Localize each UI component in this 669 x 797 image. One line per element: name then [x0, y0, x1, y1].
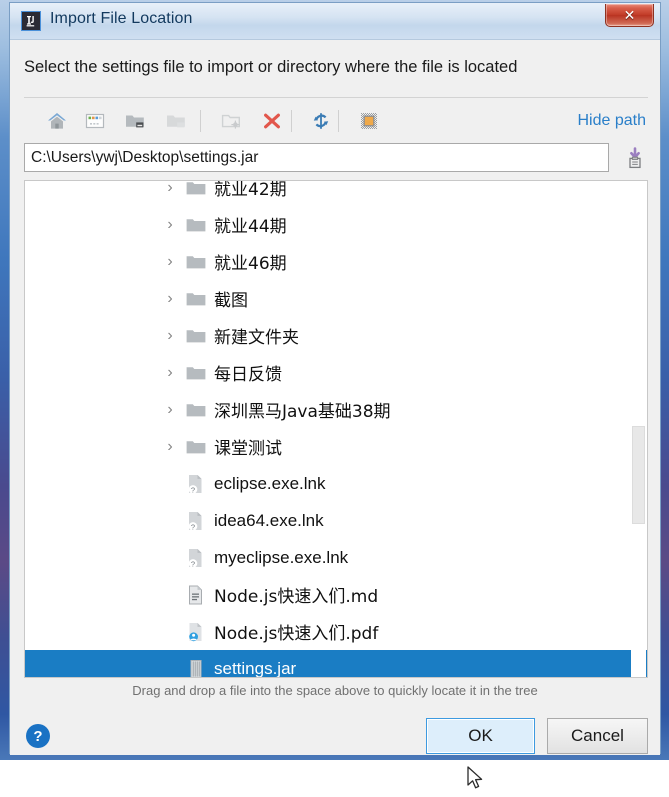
delete-x-icon[interactable]: [257, 106, 287, 136]
paste-from-clipboard-icon[interactable]: [622, 145, 648, 171]
tree-row-label: eclipse.exe.lnk: [214, 473, 326, 493]
desktop-icon[interactable]: [80, 106, 110, 136]
hide-path-link[interactable]: Hide path: [578, 112, 647, 130]
ok-button[interactable]: OK: [426, 718, 535, 754]
tree-row[interactable]: › 深圳黑马Java基础38期: [25, 391, 647, 428]
tree-row[interactable]: ? myeclipse.exe.lnk: [25, 539, 647, 576]
tree-row-label: myeclipse.exe.lnk: [214, 547, 349, 567]
intellij-idea-icon: [21, 11, 41, 31]
folder-icon: [185, 363, 207, 383]
refresh-icon[interactable]: [306, 106, 336, 136]
path-input[interactable]: [24, 143, 609, 172]
chevron-right-icon[interactable]: ›: [161, 438, 179, 456]
folder-icon: [185, 326, 207, 346]
tree-row-label: settings.jar: [214, 658, 297, 678]
chevron-right-icon[interactable]: ›: [161, 327, 179, 345]
window-frame: Import File Location ✕ Select the settin…: [0, 0, 669, 789]
button-bar: ? OK Cancel: [10, 712, 660, 772]
tree-row-label: Node.js快速入们.md: [214, 587, 379, 607]
folder-icon: [185, 181, 207, 198]
svg-text:?: ?: [191, 522, 195, 531]
chevron-right-icon[interactable]: ›: [161, 216, 179, 234]
jar-file-icon: [185, 659, 207, 677]
chevron-right-icon[interactable]: ›: [161, 401, 179, 419]
close-button[interactable]: ✕: [605, 4, 654, 27]
tree-row[interactable]: › 新建文件夹: [25, 317, 647, 354]
file-tree-panel[interactable]: › 就业42期 › 就业44期 › 就业46期 › 截图 › 新建文件夹 › 每日反馈 › 深圳黑马Jav…: [24, 180, 648, 678]
tree-row[interactable]: settings.jar: [25, 650, 647, 678]
title-bar: Import File Location ✕: [10, 3, 660, 40]
tree-row-label: 截图: [214, 291, 248, 311]
dialog-prompt: Select the settings file to import or di…: [24, 58, 518, 76]
path-row: [24, 143, 648, 173]
pdf-file-icon: [185, 622, 207, 642]
new-folder-icon: [216, 106, 246, 136]
tree-row[interactable]: › 就业42期: [25, 180, 647, 206]
cancel-button[interactable]: Cancel: [547, 718, 648, 754]
tree-row-label: idea64.exe.lnk: [214, 510, 324, 530]
chevron-right-icon[interactable]: ›: [161, 181, 179, 197]
tree-row[interactable]: › 就业44期: [25, 206, 647, 243]
folder-drive-icon[interactable]: [120, 106, 150, 136]
svg-text:?: ?: [191, 559, 195, 568]
home-icon[interactable]: [42, 106, 72, 136]
show-hidden-icon[interactable]: [354, 106, 384, 136]
tree-row-label: 就业42期: [214, 180, 287, 200]
folder-icon: [185, 215, 207, 235]
tree-row-label: 就业44期: [214, 217, 287, 237]
folder-disabled-icon: [161, 106, 191, 136]
drag-drop-hint: Drag and drop a file into the space abov…: [132, 683, 538, 698]
tree-row[interactable]: › 截图: [25, 280, 647, 317]
toolbar-separator: [338, 110, 339, 132]
tree-row[interactable]: › 每日反馈: [25, 354, 647, 391]
tree-row-label: 每日反馈: [214, 365, 282, 385]
tree-row-label: 课堂测试: [214, 439, 282, 459]
shortcut-file-icon: ?: [185, 548, 207, 568]
toolbar-separator: [200, 110, 201, 132]
tree-row[interactable]: Node.js快速入们.md: [25, 576, 647, 613]
chevron-right-icon[interactable]: ›: [161, 253, 179, 271]
dialog-client-area: Import File Location ✕ Select the settin…: [9, 2, 661, 789]
tree-row[interactable]: › 课堂测试: [25, 428, 647, 465]
tree-row[interactable]: › 就业46期: [25, 243, 647, 280]
dialog-body: Select the settings file to import or di…: [10, 40, 660, 789]
toolbar-separator: [291, 110, 292, 132]
shortcut-file-icon: ?: [185, 511, 207, 531]
chevron-right-icon[interactable]: ›: [161, 290, 179, 308]
tree-row[interactable]: Node.js快速入们.pdf: [25, 613, 647, 650]
file-tree-list: › 就业42期 › 就业44期 › 就业46期 › 截图 › 新建文件夹 › 每日反馈 › 深圳黑马Jav…: [25, 180, 647, 678]
tree-row[interactable]: ? idea64.exe.lnk: [25, 502, 647, 539]
tree-row-label: 深圳黑马Java基础38期: [214, 402, 391, 422]
chevron-right-icon[interactable]: ›: [161, 364, 179, 382]
folder-icon: [185, 400, 207, 420]
toolbar-divider: [24, 97, 648, 98]
folder-icon: [185, 252, 207, 272]
help-icon[interactable]: ?: [26, 724, 50, 748]
tree-row-label: 新建文件夹: [214, 328, 299, 348]
folder-icon: [185, 437, 207, 457]
folder-icon: [185, 289, 207, 309]
tree-row-label: 就业46期: [214, 254, 287, 274]
tree-scrollbar-thumb[interactable]: [632, 426, 645, 524]
tree-row-label: Node.js快速入们.pdf: [214, 624, 379, 644]
tree-row[interactable]: ? eclipse.exe.lnk: [25, 465, 647, 502]
tree-scrollbar[interactable]: [631, 181, 646, 677]
svg-text:?: ?: [191, 485, 195, 494]
window-title: Import File Location: [50, 10, 193, 27]
shortcut-file-icon: ?: [185, 474, 207, 494]
markdown-file-icon: [185, 585, 207, 605]
toolbar: Hide path: [24, 102, 648, 140]
